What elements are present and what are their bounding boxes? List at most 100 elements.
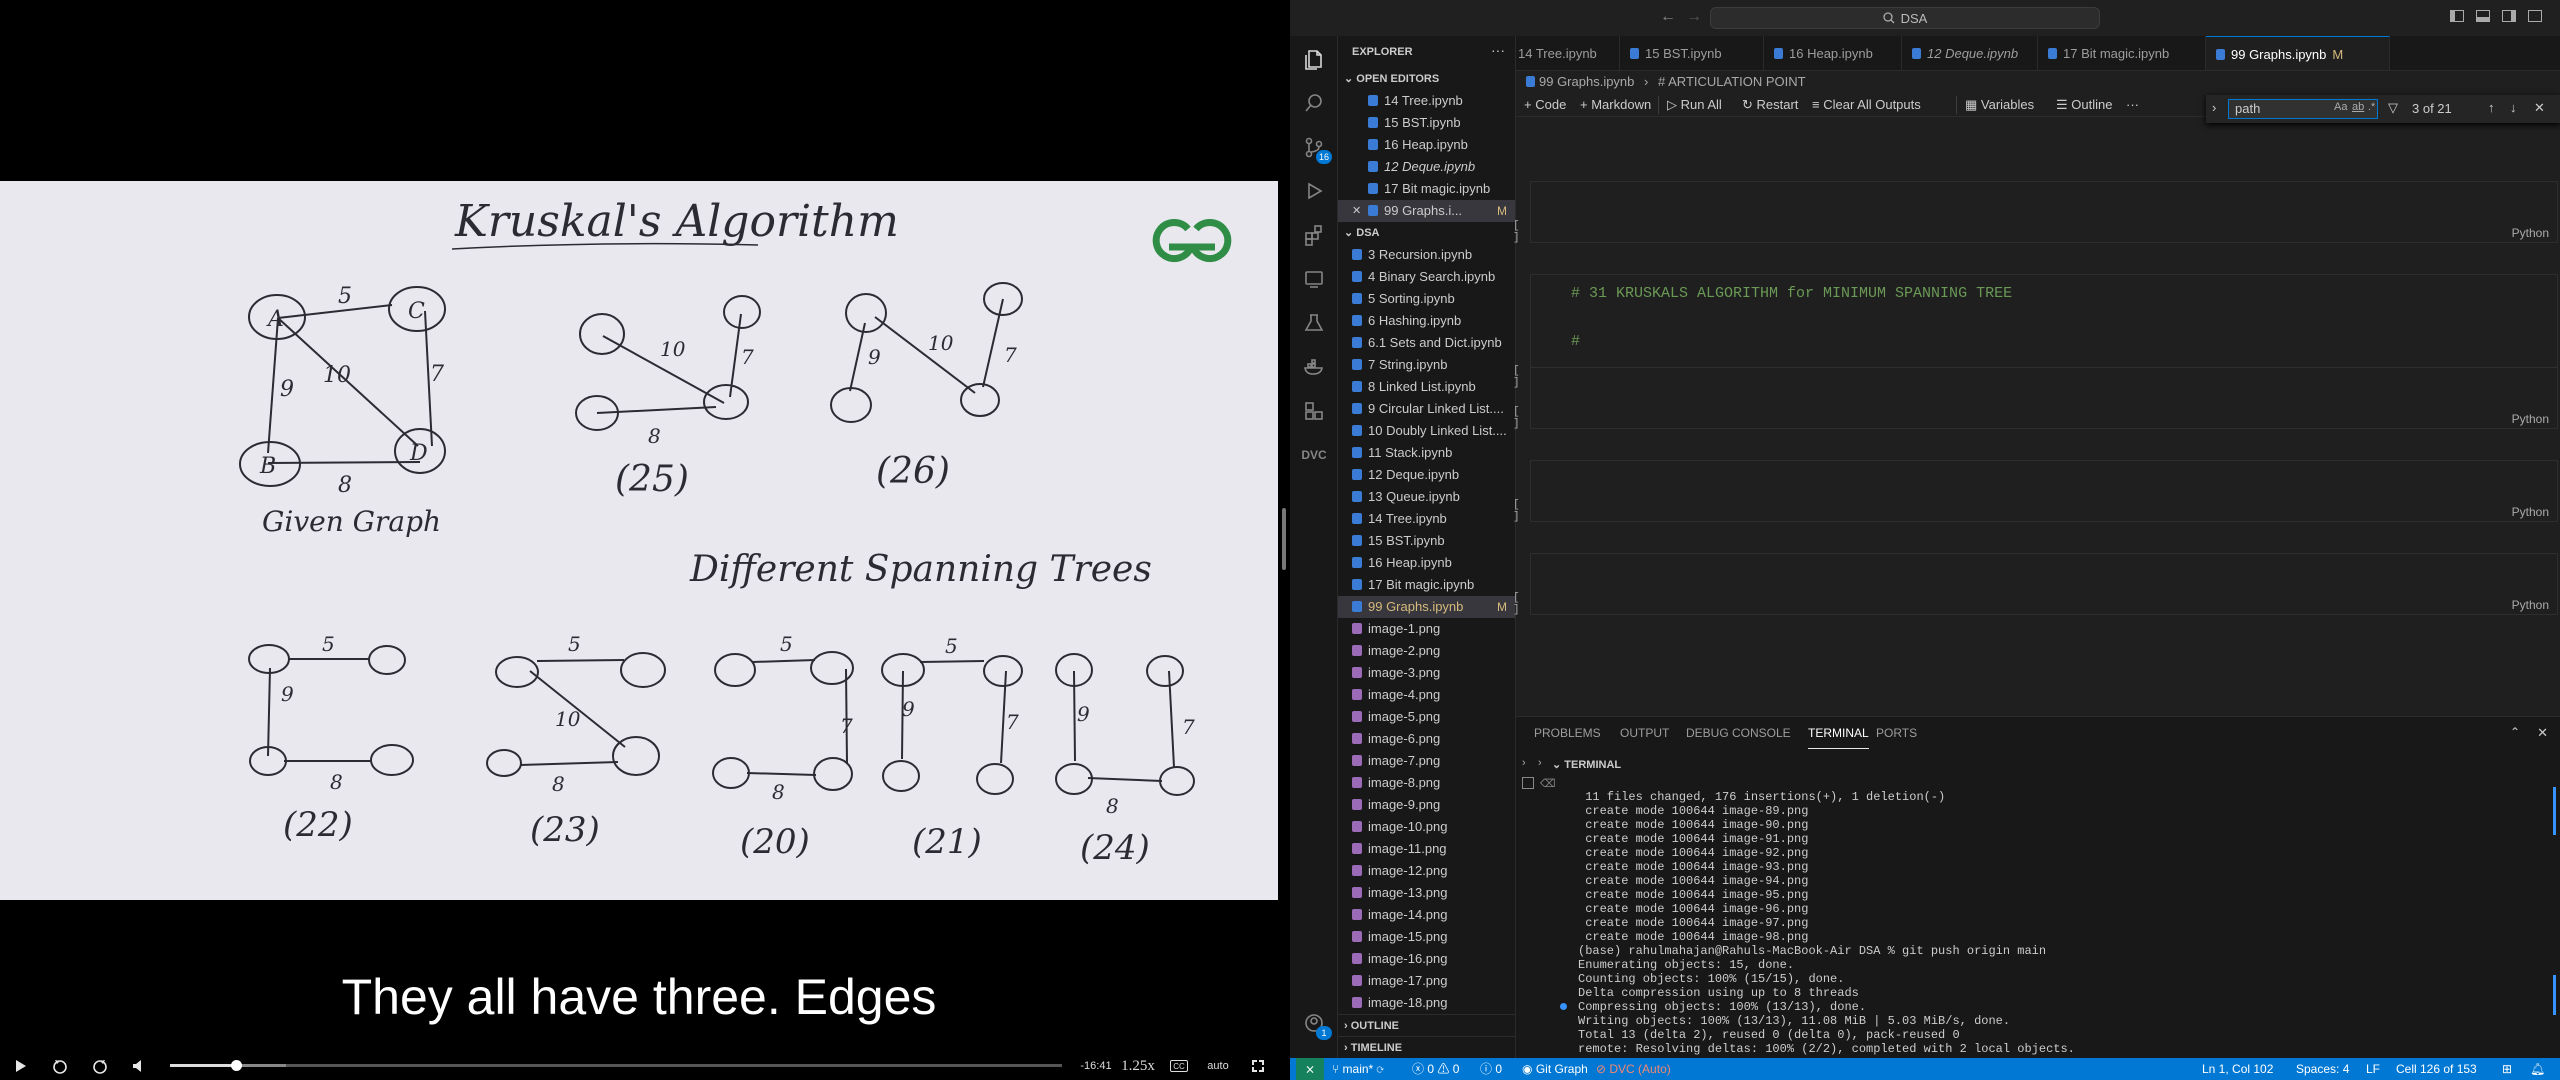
open-editor-item[interactable]: 15 BST.ipynb [1338,112,1515,134]
chevron-right-icon[interactable]: › [1522,757,1526,769]
file-item[interactable]: image-16.png [1338,948,1515,970]
file-item[interactable]: image-8.png [1338,772,1515,794]
variables-button[interactable]: ▦ Variables [1956,96,2034,114]
file-item[interactable]: 11 Stack.ipynb [1338,442,1515,464]
play-icon[interactable] [12,1056,30,1076]
cell-language[interactable]: Python [2512,226,2549,240]
problems-indicator[interactable]: ⓧ 0 ⚠ 0 [1412,1058,1459,1080]
toggle-sidebar-icon[interactable] [2450,10,2464,22]
cell-execution-count[interactable]: [ ] [1513,220,1531,244]
editor-tab[interactable]: 15 BST.ipynb [1620,36,1764,70]
remote-explorer-icon[interactable] [1290,258,1338,300]
add-code-button[interactable]: + Code [1524,96,1566,114]
docker-icon[interactable] [1290,346,1338,388]
file-item[interactable]: 13 Queue.ipynb [1338,486,1515,508]
whole-word-toggle[interactable]: ab [2352,101,2364,113]
terminal-icon[interactable] [1522,777,1534,789]
cell-source-line[interactable]: # [1571,333,1580,350]
breadcrumb-symbol[interactable]: # ARTICULATION POINT [1658,74,1806,89]
panel-tab-debug-console[interactable]: DEBUG CONSOLE [1686,717,1791,749]
source-control-icon[interactable]: 16 [1290,126,1338,168]
cursor-position[interactable]: Ln 1, Col 102 [2202,1058,2273,1080]
file-item[interactable]: 9 Circular Linked List.... [1338,398,1515,420]
file-item[interactable]: image-4.png [1338,684,1515,706]
panel-tab-terminal[interactable]: TERMINAL [1808,717,1869,749]
file-item[interactable]: image-15.png [1338,926,1515,948]
editor-tab[interactable]: 17 Bit magic.ipynb [2038,36,2206,70]
run-all-button[interactable]: ▷ Run All [1658,96,1722,114]
close-icon[interactable]: ✕ [2534,100,2545,116]
seek-bar[interactable] [170,1060,1062,1071]
chevron-right-icon[interactable]: › [1538,757,1542,769]
seek-knob[interactable] [231,1060,242,1071]
open-editor-item[interactable]: 16 Heap.ipynb [1338,134,1515,156]
nav-forward-icon[interactable]: → [1686,8,1702,26]
file-item[interactable]: image-13.png [1338,882,1515,904]
notebook-cell[interactable]: [ ] Python [1513,367,2558,430]
file-item[interactable]: image-6.png [1338,728,1515,750]
timeline-section[interactable]: › TIMELINE [1338,1036,1515,1058]
playback-speed[interactable]: 1.25x [1118,1056,1158,1076]
file-item[interactable]: image-18.png [1338,992,1515,1014]
file-item[interactable]: image-1.png [1338,618,1515,640]
layout-icon[interactable]: ⊞ [2502,1058,2512,1080]
cell-indicator[interactable]: Cell 126 of 153 [2396,1058,2477,1080]
testing-icon[interactable] [1290,302,1338,344]
terminal-output[interactable]: 11 files changed, 176 insertions(+), 1 d… [1578,790,2075,1056]
match-case-toggle[interactable]: Aa [2334,101,2347,113]
cell-execution-count[interactable]: [ ] [1513,592,1531,616]
search-icon[interactable] [1290,82,1338,124]
panel-tab-problems[interactable]: PROBLEMS [1534,717,1601,749]
indentation[interactable]: Spaces: 4 [2296,1058,2349,1080]
cell-language[interactable]: Python [2512,505,2549,519]
git-graph-button[interactable]: ◉ Git Graph [1522,1058,1588,1080]
file-item[interactable]: 17 Bit magic.ipynb [1338,574,1515,596]
notebook-cell[interactable]: [ ] Python [1513,460,2558,523]
captions-button[interactable]: CC [1170,1060,1188,1072]
end-of-line[interactable]: LF [2366,1058,2380,1080]
maximize-panel-icon[interactable]: ⌃ [2510,725,2520,739]
cell-language[interactable]: Python [2512,598,2549,612]
dvc-icon[interactable]: DVC [1290,434,1338,476]
nav-back-icon[interactable]: ← [1660,8,1676,26]
panel-tab-ports[interactable]: PORTS [1876,717,1917,749]
open-editor-item[interactable]: 14 Tree.ipynb [1338,90,1515,112]
filter-icon[interactable]: ▽ [2388,100,2398,116]
branch-indicator[interactable]: ⑂ main* ⟳ [1332,1058,1384,1080]
command-center[interactable]: DSA [1710,7,2100,29]
editor-tab[interactable]: 99 Graphs.ipynb M [2206,36,2390,70]
file-item[interactable]: 5 Sorting.ipynb [1338,288,1515,310]
file-item[interactable]: image-10.png [1338,816,1515,838]
file-item[interactable]: image-7.png [1338,750,1515,772]
file-item[interactable]: 4 Binary Search.ipynb [1338,266,1515,288]
close-panel-icon[interactable]: ✕ [2537,725,2548,741]
command-decoration[interactable] [1560,1003,1567,1010]
editor-tab[interactable]: 12 Deque.ipynb [1902,36,2038,70]
editor-tab[interactable]: 14 Tree.ipynb [1516,36,1620,70]
previous-match-icon[interactable]: ↑ [2488,100,2495,115]
explorer-icon[interactable] [1290,38,1338,80]
editor-tab[interactable]: 16 Heap.ipynb [1764,36,1902,70]
rewind-10-icon[interactable] [50,1056,70,1076]
folder-section[interactable]: ⌄ DSA [1338,222,1515,244]
file-item[interactable]: image-3.png [1338,662,1515,684]
file-item[interactable]: 12 Deque.ipynb [1338,464,1515,486]
accounts-icon[interactable]: 1 [1290,1002,1338,1044]
file-item[interactable]: 7 String.ipynb [1338,354,1515,376]
regex-toggle[interactable]: .* [2368,101,2375,113]
notebook-cell[interactable]: [ ] Python [1513,181,2558,244]
cell-execution-count[interactable]: [ ] [1513,499,1531,523]
toggle-secondary-sidebar-icon[interactable] [2502,10,2516,22]
file-item[interactable]: 6 Hashing.ipynb [1338,310,1515,332]
add-markdown-button[interactable]: + Markdown [1580,96,1651,114]
file-item[interactable]: image-17.png [1338,970,1515,992]
file-item[interactable]: image-14.png [1338,904,1515,926]
file-item[interactable]: 10 Doubly Linked List.... [1338,420,1515,442]
file-item[interactable]: image-9.png [1338,794,1515,816]
jupyter-icon[interactable] [1290,390,1338,432]
split-view-handle[interactable] [1282,508,1286,570]
volume-icon[interactable] [130,1056,148,1076]
fullscreen-icon[interactable] [1250,1056,1266,1076]
close-icon[interactable]: ✕ [1352,200,1361,222]
remote-indicator-icon[interactable]: ⨯ [1296,1058,1324,1080]
